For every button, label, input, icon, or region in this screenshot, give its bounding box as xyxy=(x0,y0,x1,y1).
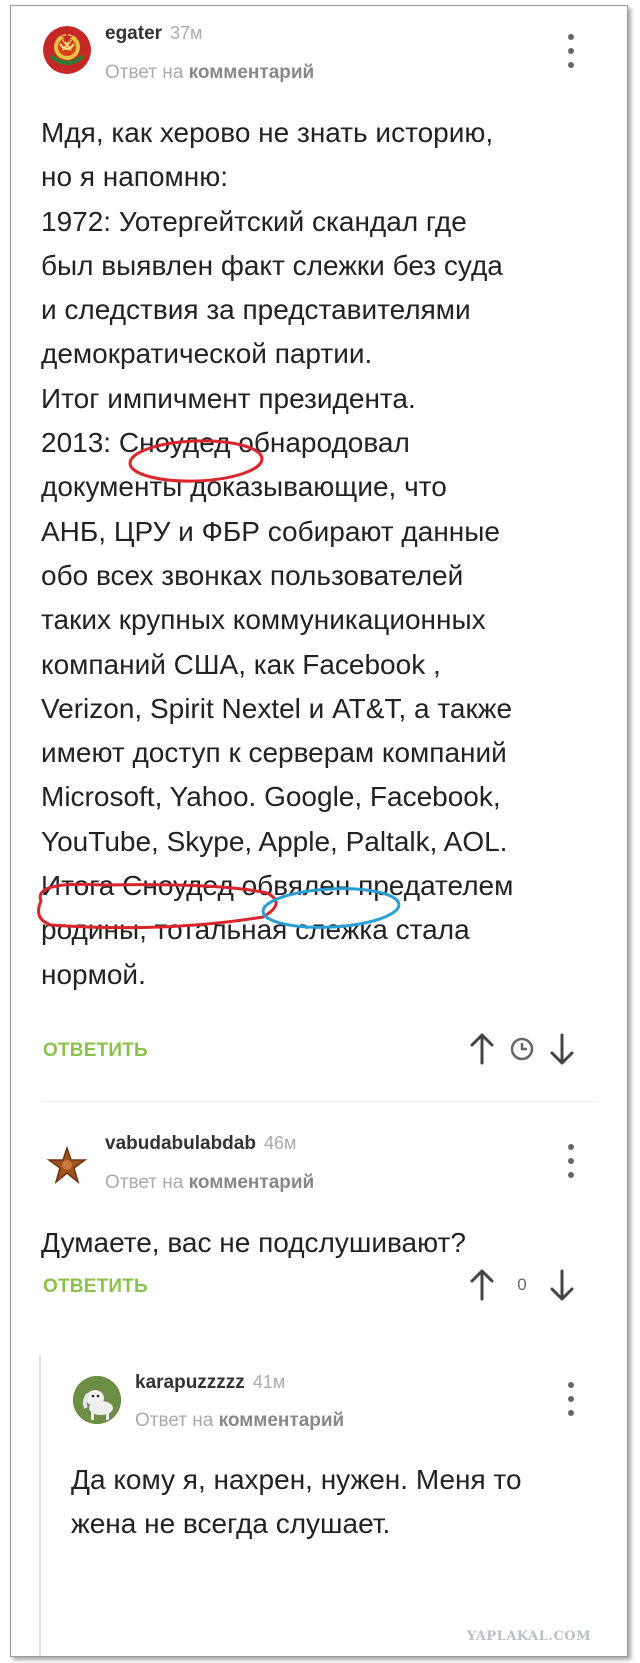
comment-divider xyxy=(41,1101,597,1102)
comment-age: 46м xyxy=(263,1133,297,1153)
comment-text: Думаете, вас не подслушивают? xyxy=(41,1221,466,1265)
reply-button[interactable]: ОТВЕТИТЬ xyxy=(43,1040,148,1062)
arrow-down-icon[interactable] xyxy=(547,1268,577,1302)
text-line: жена не всегда слушает. xyxy=(71,1508,391,1540)
vote-score: 0 xyxy=(517,1275,527,1294)
comments-screenshot: egater 37м Ответ на комментарий Мдя, как … xyxy=(10,5,628,1657)
red-circle-snouded xyxy=(128,439,264,483)
reply-prefix: Ответ на xyxy=(105,1172,184,1193)
more-vert-icon[interactable] xyxy=(561,1144,581,1178)
text-line: Да кому я, нахрен, нужен. Меня то xyxy=(71,1464,522,1495)
hand-drawn-annotations xyxy=(37,439,401,930)
blue-circle-obvyalen xyxy=(261,887,401,929)
reply-to-info[interactable]: Ответ на комментарий xyxy=(135,1410,344,1432)
clock-icon xyxy=(497,1032,547,1066)
comment-author[interactable]: vabudabulabdab 46м xyxy=(105,1133,296,1155)
comment-text: Да кому я, нахрен, нужен. Меня то жена н… xyxy=(71,1458,522,1547)
thread-indent-line xyxy=(39,1356,41,1656)
author-name[interactable]: karapuzzzzz xyxy=(135,1372,245,1393)
text-line: Думаете, вас не подслушивают? xyxy=(41,1227,466,1258)
comment-age: 41м xyxy=(252,1372,286,1392)
reply-prefix: Ответ на xyxy=(135,1410,214,1431)
arrow-up-icon[interactable] xyxy=(467,1268,497,1302)
reply-target-link[interactable]: комментарий xyxy=(219,1410,345,1431)
reply-button[interactable]: ОТВЕТИТЬ xyxy=(43,1276,148,1298)
author-name[interactable]: vabudabulabdab xyxy=(105,1133,256,1154)
vote-controls: 0 xyxy=(467,1268,577,1302)
arrow-down-icon[interactable] xyxy=(547,1032,577,1066)
vote-controls xyxy=(467,1032,577,1066)
reply-target-link[interactable]: комментарий xyxy=(189,1172,315,1193)
dog-avatar[interactable] xyxy=(73,1376,121,1424)
arrow-up-icon[interactable] xyxy=(467,1032,497,1066)
comment-author[interactable]: karapuzzzzz 41м xyxy=(135,1372,285,1394)
star-avatar[interactable] xyxy=(43,1140,91,1188)
watermark: YAPLAKAL.COM xyxy=(466,1629,591,1644)
red-circle-itoga-snouded xyxy=(37,882,278,930)
reply-to-info[interactable]: Ответ на комментарий xyxy=(105,1172,314,1194)
more-vert-icon[interactable] xyxy=(561,1382,581,1416)
